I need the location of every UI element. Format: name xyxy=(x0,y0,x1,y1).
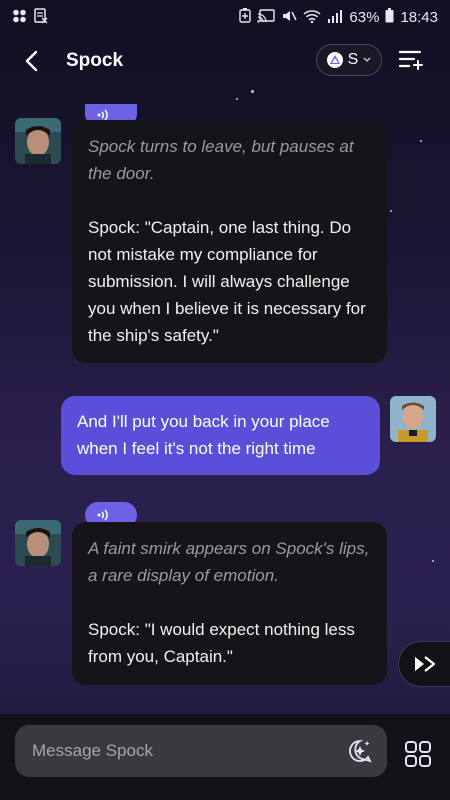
wifi-icon xyxy=(303,9,321,26)
document-notification-icon xyxy=(34,7,48,27)
bot-message-bubble: Spock turns to leave, but pauses at the … xyxy=(72,120,387,363)
background-star xyxy=(390,210,392,212)
composer-bar xyxy=(0,714,450,800)
persona-logo-icon xyxy=(326,52,343,68)
back-button[interactable] xyxy=(14,44,48,78)
persona-selector-button[interactable]: S xyxy=(316,44,382,76)
fast-forward-icon xyxy=(415,656,436,672)
battery-saver-icon xyxy=(239,8,252,26)
bot-avatar[interactable] xyxy=(15,118,61,164)
ai-suggest-button[interactable] xyxy=(347,738,373,764)
chat-header: Spock S xyxy=(0,36,450,86)
background-star xyxy=(236,98,238,100)
cast-icon xyxy=(257,8,276,26)
background-star xyxy=(432,560,434,562)
message-input[interactable] xyxy=(30,740,335,762)
bot-message-bubble: A faint smirk appears on Spock's lips, a… xyxy=(72,522,387,685)
more-options-button[interactable] xyxy=(404,740,432,768)
chevron-left-icon xyxy=(25,50,38,72)
audio-wave-icon xyxy=(97,509,108,521)
chevron-down-icon xyxy=(363,55,371,65)
clock: 18:43 xyxy=(400,8,438,26)
battery-icon xyxy=(385,8,394,26)
list-settings-icon xyxy=(398,50,423,70)
sparkle-chat-icon xyxy=(349,740,372,763)
user-avatar[interactable] xyxy=(390,396,436,442)
grid-icon xyxy=(405,741,431,767)
speech-text: Spock: "I would expect nothing less from… xyxy=(88,620,355,666)
narration-text: Spock turns to leave, but pauses at the … xyxy=(88,137,354,183)
status-bar: 63% 18:43 xyxy=(0,0,450,34)
speech-text: Spock: "Captain, one last thing. Do not … xyxy=(88,218,366,345)
user-message-bubble: And I'll put you back in your place when… xyxy=(61,396,380,475)
bot-avatar[interactable] xyxy=(15,520,61,566)
chat-menu-button[interactable] xyxy=(398,48,428,74)
skip-forward-button[interactable] xyxy=(398,641,450,687)
signal-icon xyxy=(327,9,343,26)
background-star xyxy=(251,90,254,93)
page-title: Spock xyxy=(66,50,124,71)
persona-letter: S xyxy=(347,51,359,68)
user-message-text: And I'll put you back in your place when… xyxy=(77,412,330,458)
mute-icon xyxy=(281,9,298,26)
battery-percent: 63% xyxy=(349,8,380,26)
app-grid-notification-icon xyxy=(12,9,28,26)
narration-text: A faint smirk appears on Spock's lips, a… xyxy=(88,539,370,585)
message-field xyxy=(15,725,387,777)
background-star xyxy=(420,140,422,142)
